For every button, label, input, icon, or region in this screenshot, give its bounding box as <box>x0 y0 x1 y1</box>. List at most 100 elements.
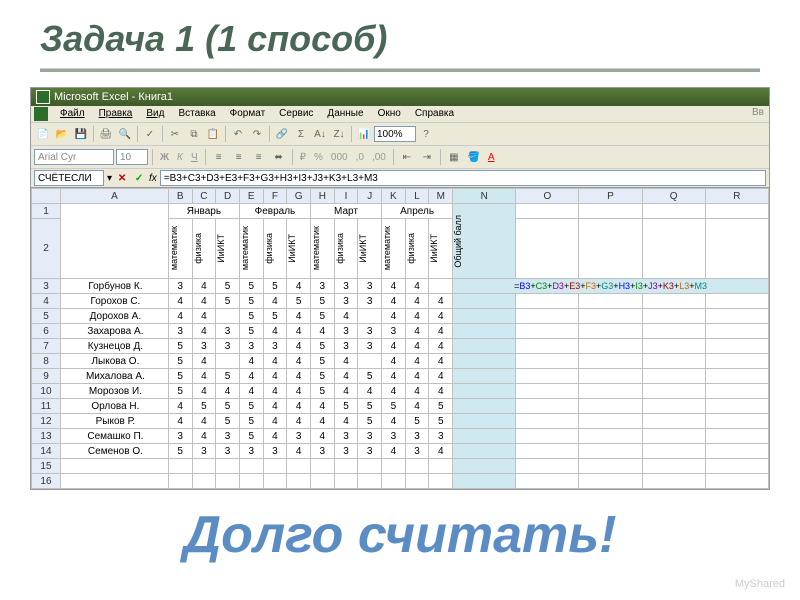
col-header-C[interactable]: C <box>192 189 216 204</box>
dec-decimal-icon[interactable]: ,00 <box>369 152 389 163</box>
col-header-N[interactable]: N <box>453 189 516 204</box>
cell[interactable] <box>310 459 334 474</box>
cell[interactable] <box>516 204 579 219</box>
total-cell[interactable] <box>453 309 516 324</box>
month-header-3[interactable]: Апрель <box>382 204 453 219</box>
cell-A1[interactable] <box>60 204 168 279</box>
grade-cell[interactable]: 3 <box>239 339 263 354</box>
cell[interactable] <box>579 219 642 279</box>
grade-cell[interactable]: 3 <box>334 324 358 339</box>
grade-cell[interactable]: 5 <box>239 294 263 309</box>
cell[interactable] <box>168 474 192 489</box>
student-name[interactable]: Морозов И. <box>60 384 168 399</box>
cell[interactable] <box>60 459 168 474</box>
chart-icon[interactable]: 📊 <box>355 125 373 143</box>
subject-header[interactable]: математик <box>168 219 192 279</box>
menu-data[interactable]: Данные <box>321 107 369 121</box>
row-header-16[interactable]: 16 <box>32 474 61 489</box>
col-header-I[interactable]: I <box>334 189 358 204</box>
row-header-1[interactable]: 1 <box>32 204 61 219</box>
cell[interactable] <box>168 459 192 474</box>
month-header-1[interactable]: Февраль <box>239 204 310 219</box>
total-cell[interactable] <box>453 414 516 429</box>
cell[interactable] <box>642 324 705 339</box>
grade-cell[interactable]: 4 <box>287 279 311 294</box>
fill-color-icon[interactable]: 🪣 <box>465 148 483 166</box>
cell[interactable] <box>642 294 705 309</box>
cell[interactable] <box>453 459 516 474</box>
subject-header[interactable]: ИиИКТ <box>358 219 382 279</box>
cell[interactable] <box>216 474 240 489</box>
undo-icon[interactable]: ↶ <box>229 125 247 143</box>
col-header-K[interactable]: K <box>382 189 406 204</box>
grade-cell[interactable]: 5 <box>429 399 453 414</box>
col-header-J[interactable]: J <box>358 189 382 204</box>
total-cell[interactable] <box>453 324 516 339</box>
grade-cell[interactable]: 4 <box>429 294 453 309</box>
grade-cell[interactable]: 5 <box>263 279 287 294</box>
grade-cell[interactable]: 4 <box>192 309 216 324</box>
grade-cell[interactable]: 5 <box>358 414 382 429</box>
col-header-D[interactable]: D <box>216 189 240 204</box>
redo-icon[interactable]: ↷ <box>248 125 266 143</box>
grade-cell[interactable]: 4 <box>310 399 334 414</box>
cell[interactable] <box>705 354 768 369</box>
cell[interactable] <box>382 459 406 474</box>
grade-cell[interactable]: 4 <box>429 384 453 399</box>
grade-cell[interactable]: 4 <box>429 339 453 354</box>
grade-cell[interactable]: 3 <box>192 444 216 459</box>
grade-cell[interactable]: 4 <box>310 414 334 429</box>
paste-icon[interactable]: 📋 <box>204 125 222 143</box>
link-icon[interactable]: 🔗 <box>273 125 291 143</box>
grade-cell[interactable]: 5 <box>216 294 240 309</box>
cell[interactable] <box>358 474 382 489</box>
spell-icon[interactable]: ✓ <box>141 125 159 143</box>
col-header-E[interactable]: E <box>239 189 263 204</box>
cell[interactable] <box>60 474 168 489</box>
cell[interactable] <box>642 444 705 459</box>
cell[interactable] <box>516 339 579 354</box>
grade-cell[interactable]: 4 <box>382 414 406 429</box>
formula-input[interactable]: =B3+C3+D3+E3+F3+G3+H3+I3+J3+K3+L3+M3 <box>160 170 766 186</box>
col-header-H[interactable]: H <box>310 189 334 204</box>
student-name[interactable]: Дорохов А. <box>60 309 168 324</box>
cell[interactable] <box>382 474 406 489</box>
grade-cell[interactable]: 5 <box>216 414 240 429</box>
subject-header[interactable]: физика <box>192 219 216 279</box>
grade-cell[interactable]: 4 <box>382 339 406 354</box>
grade-cell[interactable]: 4 <box>263 399 287 414</box>
cell[interactable] <box>263 459 287 474</box>
grade-cell[interactable]: 3 <box>310 279 334 294</box>
select-all-cell[interactable] <box>32 189 61 204</box>
grade-cell[interactable]: 4 <box>405 399 429 414</box>
month-header-0[interactable]: Январь <box>168 204 239 219</box>
cell[interactable] <box>579 354 642 369</box>
grade-cell[interactable]: 3 <box>429 429 453 444</box>
cell[interactable] <box>705 414 768 429</box>
cell[interactable] <box>516 399 579 414</box>
cell[interactable] <box>358 459 382 474</box>
row-header-8[interactable]: 8 <box>32 354 61 369</box>
grade-cell[interactable]: 4 <box>192 324 216 339</box>
grade-cell[interactable]: 4 <box>382 369 406 384</box>
cell[interactable] <box>642 309 705 324</box>
help-icon[interactable]: ? <box>417 125 435 143</box>
row-header-5[interactable]: 5 <box>32 309 61 324</box>
cell[interactable] <box>579 399 642 414</box>
grade-cell[interactable]: 3 <box>334 294 358 309</box>
cell[interactable] <box>263 474 287 489</box>
student-name[interactable]: Горохов С. <box>60 294 168 309</box>
sum-icon[interactable]: Σ <box>292 125 310 143</box>
cell[interactable] <box>705 339 768 354</box>
grade-cell[interactable]: 3 <box>216 339 240 354</box>
row-header-15[interactable]: 15 <box>32 459 61 474</box>
cell[interactable] <box>239 459 263 474</box>
grade-cell[interactable]: 5 <box>334 399 358 414</box>
dec-indent-icon[interactable]: ⇤ <box>398 148 416 166</box>
cell[interactable] <box>310 474 334 489</box>
cell[interactable] <box>239 474 263 489</box>
grade-cell[interactable]: 4 <box>287 444 311 459</box>
grade-cell[interactable]: 5 <box>216 399 240 414</box>
grade-cell[interactable]: 4 <box>239 369 263 384</box>
grade-cell[interactable]: 5 <box>216 369 240 384</box>
